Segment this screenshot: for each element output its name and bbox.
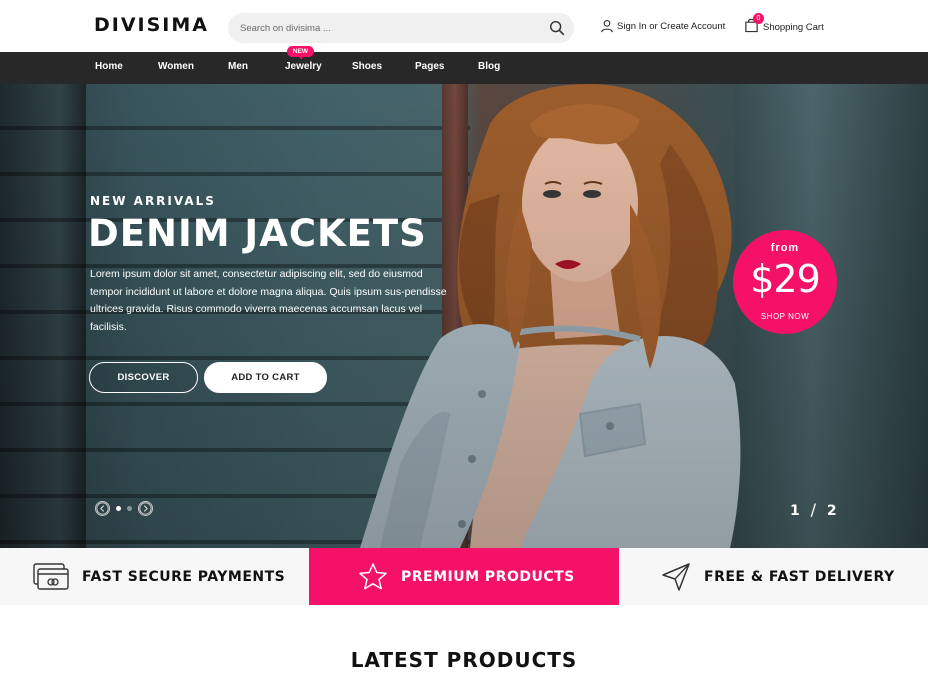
search-icon[interactable] [548,19,566,37]
slider-dot-active[interactable] [116,505,121,511]
slide-total: 2 [826,503,837,519]
star-badge-icon [359,562,387,589]
nav-item-home[interactable]: Home [95,61,123,72]
chevron-left-icon[interactable] [95,500,110,516]
feature-label: PREMIUM PRODUCTS [401,568,575,585]
hero-headline: DENIM JACKETS [88,212,427,255]
nav-item-women[interactable]: Women [158,61,194,72]
user-icon [601,20,613,33]
slider-dot[interactable] [127,505,132,511]
site-header: DIVISIMA Sign In or Create Account 0 Sho… [0,0,928,52]
hero-description: Lorem ipsum dolor sit amet, consectetur … [90,268,447,333]
cart-link[interactable]: 0 Shopping Cart [744,13,824,36]
shopping-bag-icon: 0 [744,13,764,33]
paper-plane-icon [662,562,690,591]
main-nav: Home Women Men Jewelry NEW Shoes Pages B… [0,46,928,84]
feature-label: FAST SECURE PAYMENTS [82,568,286,585]
search-bar [228,13,574,43]
nav-item-men[interactable]: Men [228,61,248,72]
features-bar: FAST SECURE PAYMENTS PREMIUM PRODUCTS FR… [0,548,928,605]
feature-secure-payments: FAST SECURE PAYMENTS [32,548,285,605]
cart-label: Shopping Cart [763,21,824,33]
slider-controls [95,500,153,516]
account-link[interactable]: Sign In or Create Account [600,16,725,36]
discover-button[interactable]: DISCOVER [89,362,198,393]
nav-item-pages[interactable]: Pages [415,61,444,72]
nav-item-jewelry[interactable]: Jewelry [285,61,322,72]
search-input[interactable] [240,19,530,37]
chevron-right-icon[interactable] [138,500,153,516]
credit-card-icon [33,562,69,590]
feature-premium-products: PREMIUM PRODUCTS [309,548,619,605]
promo-price: $29 [750,257,821,301]
site-logo[interactable]: DIVISIMA [94,14,209,36]
hero-kicker: NEW ARRIVALS [90,194,216,208]
nav-item-blog[interactable]: Blog [478,61,500,72]
slide-counter: 1 / 2 [790,500,837,519]
slide-current: 1 [790,503,800,519]
feature-free-delivery: FREE & FAST DELIVERY [660,548,895,605]
price-promo-badge[interactable]: from $29 SHOP NOW [733,230,837,334]
promo-shop-now[interactable]: SHOP NOW [733,312,837,321]
section-title: LATEST PRODUCTS [350,648,578,672]
feature-label: FREE & FAST DELIVERY [704,568,895,585]
add-to-cart-button[interactable]: ADD TO CART [204,362,327,393]
promo-from: from [770,242,800,254]
cart-count-badge: 0 [753,13,764,24]
new-badge: NEW [287,46,314,59]
nav-item-shoes[interactable]: Shoes [352,61,382,72]
hero-slider: NEW ARRIVALS DENIM JACKETS Lorem ipsum d… [0,84,928,548]
account-label: Sign In or Create Account [617,20,726,32]
